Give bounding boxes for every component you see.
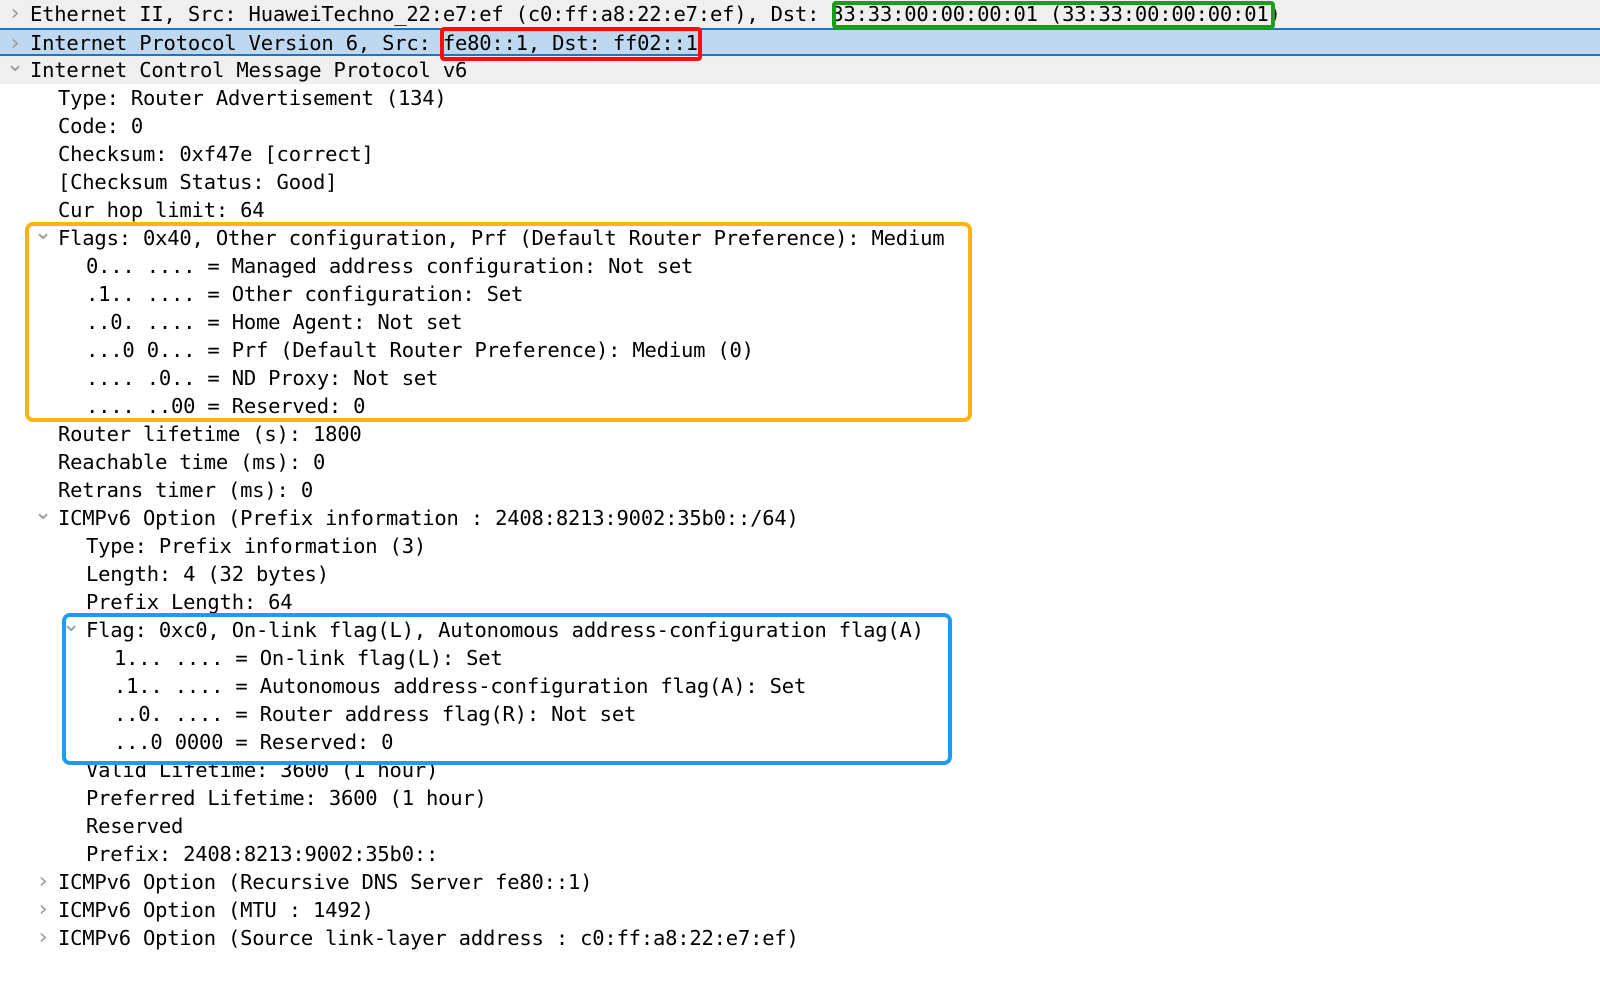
packet-detail-row[interactable]: .... ..00 = Reserved: 0 [0,392,1600,420]
packet-detail-row-label: Internet Control Message Protocol v6 [30,58,468,82]
packet-detail-row[interactable]: Length: 4 (32 bytes) [0,560,1600,588]
packet-detail-row[interactable]: Type: Router Advertisement (134) [0,84,1600,112]
packet-detail-row-label: ICMPv6 Option (Recursive DNS Server fe80… [58,870,593,894]
packet-detail-row[interactable]: ...0 0000 = Reserved: 0 [0,728,1600,756]
packet-detail-row[interactable]: ICMPv6 Option (Recursive DNS Server fe80… [0,868,1600,896]
packet-detail-row-label: ICMPv6 Option (MTU : 1492) [58,898,374,922]
packet-detail-row[interactable]: ICMPv6 Option (MTU : 1492) [0,896,1600,924]
packet-detail-row-label: Valid Lifetime: 3600 (1 hour) [86,758,439,782]
packet-detail-row-label: ...0 0... = Prf (Default Router Preferen… [86,338,754,362]
packet-detail-row[interactable]: Valid Lifetime: 3600 (1 hour) [0,756,1600,784]
packet-detail-row[interactable]: Reserved [0,812,1600,840]
packet-detail-row[interactable]: .1.. .... = Autonomous address-configura… [0,672,1600,700]
packet-detail-row[interactable]: Internet Control Message Protocol v6 [0,56,1600,84]
packet-detail-row[interactable]: Prefix: 2408:8213:9002:35b0:: [0,840,1600,868]
packet-detail-row-label: Prefix: 2408:8213:9002:35b0:: [86,842,439,866]
chevron-down-icon[interactable] [2,56,28,85]
packet-detail-row[interactable]: Flag: 0xc0, On-link flag(L), Autonomous … [0,616,1600,644]
packet-detail-row-label: ...0 0000 = Reserved: 0 [114,730,394,754]
packet-detail-row[interactable]: Flags: 0x40, Other configuration, Prf (D… [0,224,1600,252]
packet-detail-row[interactable]: .... .0.. = ND Proxy: Not set [0,364,1600,392]
packet-detail-row[interactable]: ...0 0... = Prf (Default Router Preferen… [0,336,1600,364]
packet-detail-row-label: Flags: 0x40, Other configuration, Prf (D… [58,226,945,250]
packet-detail-row[interactable]: Preferred Lifetime: 3600 (1 hour) [0,784,1600,812]
packet-detail-row-label: Flag: 0xc0, On-link flag(L), Autonomous … [86,618,924,642]
packet-detail-row-label: Checksum: 0xf47e [correct] [58,142,374,166]
packet-detail-row[interactable]: Reachable time (ms): 0 [0,448,1600,476]
packet-detail-row[interactable]: ICMPv6 Option (Prefix information : 2408… [0,504,1600,532]
packet-detail-row-label: ..0. .... = Router address flag(R): Not … [114,702,637,726]
packet-detail-row-label: Ethernet II, Src: HuaweiTechno_22:e7:ef … [30,2,1281,26]
packet-detail-row-label: Reachable time (ms): 0 [58,450,326,474]
packet-detail-row-label: Type: Router Advertisement (134) [58,86,447,110]
packet-detail-row[interactable]: Router lifetime (s): 1800 [0,420,1600,448]
packet-detail-row[interactable]: 1... .... = On-link flag(L): Set [0,644,1600,672]
packet-detail-row-label: .1.. .... = Other configuration: Set [86,282,524,306]
packet-detail-row-label: Length: 4 (32 bytes) [86,562,329,586]
chevron-down-icon[interactable] [30,224,56,253]
packet-detail-row-label: Router lifetime (s): 1800 [58,422,362,446]
packet-detail-row-label: Retrans timer (ms): 0 [58,478,313,502]
chevron-right-icon[interactable] [30,896,56,925]
packet-detail-row-label: ICMPv6 Option (Prefix information : 2408… [58,506,799,530]
packet-detail-row[interactable]: ICMPv6 Option (Source link-layer address… [0,924,1600,952]
chevron-right-icon[interactable] [2,0,28,29]
packet-detail-row[interactable]: Type: Prefix information (3) [0,532,1600,560]
packet-detail-row-label: ICMPv6 Option (Source link-layer address… [58,926,799,950]
packet-detail-row-label: 0... .... = Managed address configuratio… [86,254,694,278]
packet-details-tree[interactable]: Ethernet II, Src: HuaweiTechno_22:e7:ef … [0,0,1600,952]
packet-detail-row[interactable]: Ethernet II, Src: HuaweiTechno_22:e7:ef … [0,0,1600,28]
packet-detail-row-label: Preferred Lifetime: 3600 (1 hour) [86,786,487,810]
packet-detail-row-label: ..0. .... = Home Agent: Not set [86,310,463,334]
chevron-down-icon[interactable] [58,616,84,645]
packet-detail-row[interactable]: Checksum: 0xf47e [correct] [0,140,1600,168]
chevron-right-icon[interactable] [30,868,56,897]
packet-detail-row-label: [Checksum Status: Good] [58,170,338,194]
packet-detail-row-label: Internet Protocol Version 6, Src: fe80::… [30,31,698,55]
packet-detail-row[interactable]: Cur hop limit: 64 [0,196,1600,224]
packet-detail-row[interactable]: ..0. .... = Router address flag(R): Not … [0,700,1600,728]
chevron-down-icon[interactable] [30,504,56,533]
packet-detail-row-label: Reserved [86,814,184,838]
packet-detail-row[interactable]: Internet Protocol Version 6, Src: fe80::… [0,28,1600,56]
packet-detail-row-label: .1.. .... = Autonomous address-configura… [114,674,807,698]
packet-detail-row-label: .... .0.. = ND Proxy: Not set [86,366,439,390]
packet-detail-row-label: Type: Prefix information (3) [86,534,426,558]
chevron-right-icon[interactable] [30,924,56,953]
packet-detail-row[interactable]: .1.. .... = Other configuration: Set [0,280,1600,308]
packet-detail-row-label: Prefix Length: 64 [86,590,293,614]
packet-detail-row[interactable]: ..0. .... = Home Agent: Not set [0,308,1600,336]
packet-detail-row[interactable]: Code: 0 [0,112,1600,140]
packet-detail-row-label: Code: 0 [58,114,143,138]
packet-detail-row[interactable]: Prefix Length: 64 [0,588,1600,616]
packet-detail-row-label: 1... .... = On-link flag(L): Set [114,646,503,670]
packet-detail-row-label: Cur hop limit: 64 [58,198,265,222]
packet-detail-row[interactable]: 0... .... = Managed address configuratio… [0,252,1600,280]
packet-detail-row-label: .... ..00 = Reserved: 0 [86,394,366,418]
packet-detail-row[interactable]: [Checksum Status: Good] [0,168,1600,196]
packet-detail-row[interactable]: Retrans timer (ms): 0 [0,476,1600,504]
